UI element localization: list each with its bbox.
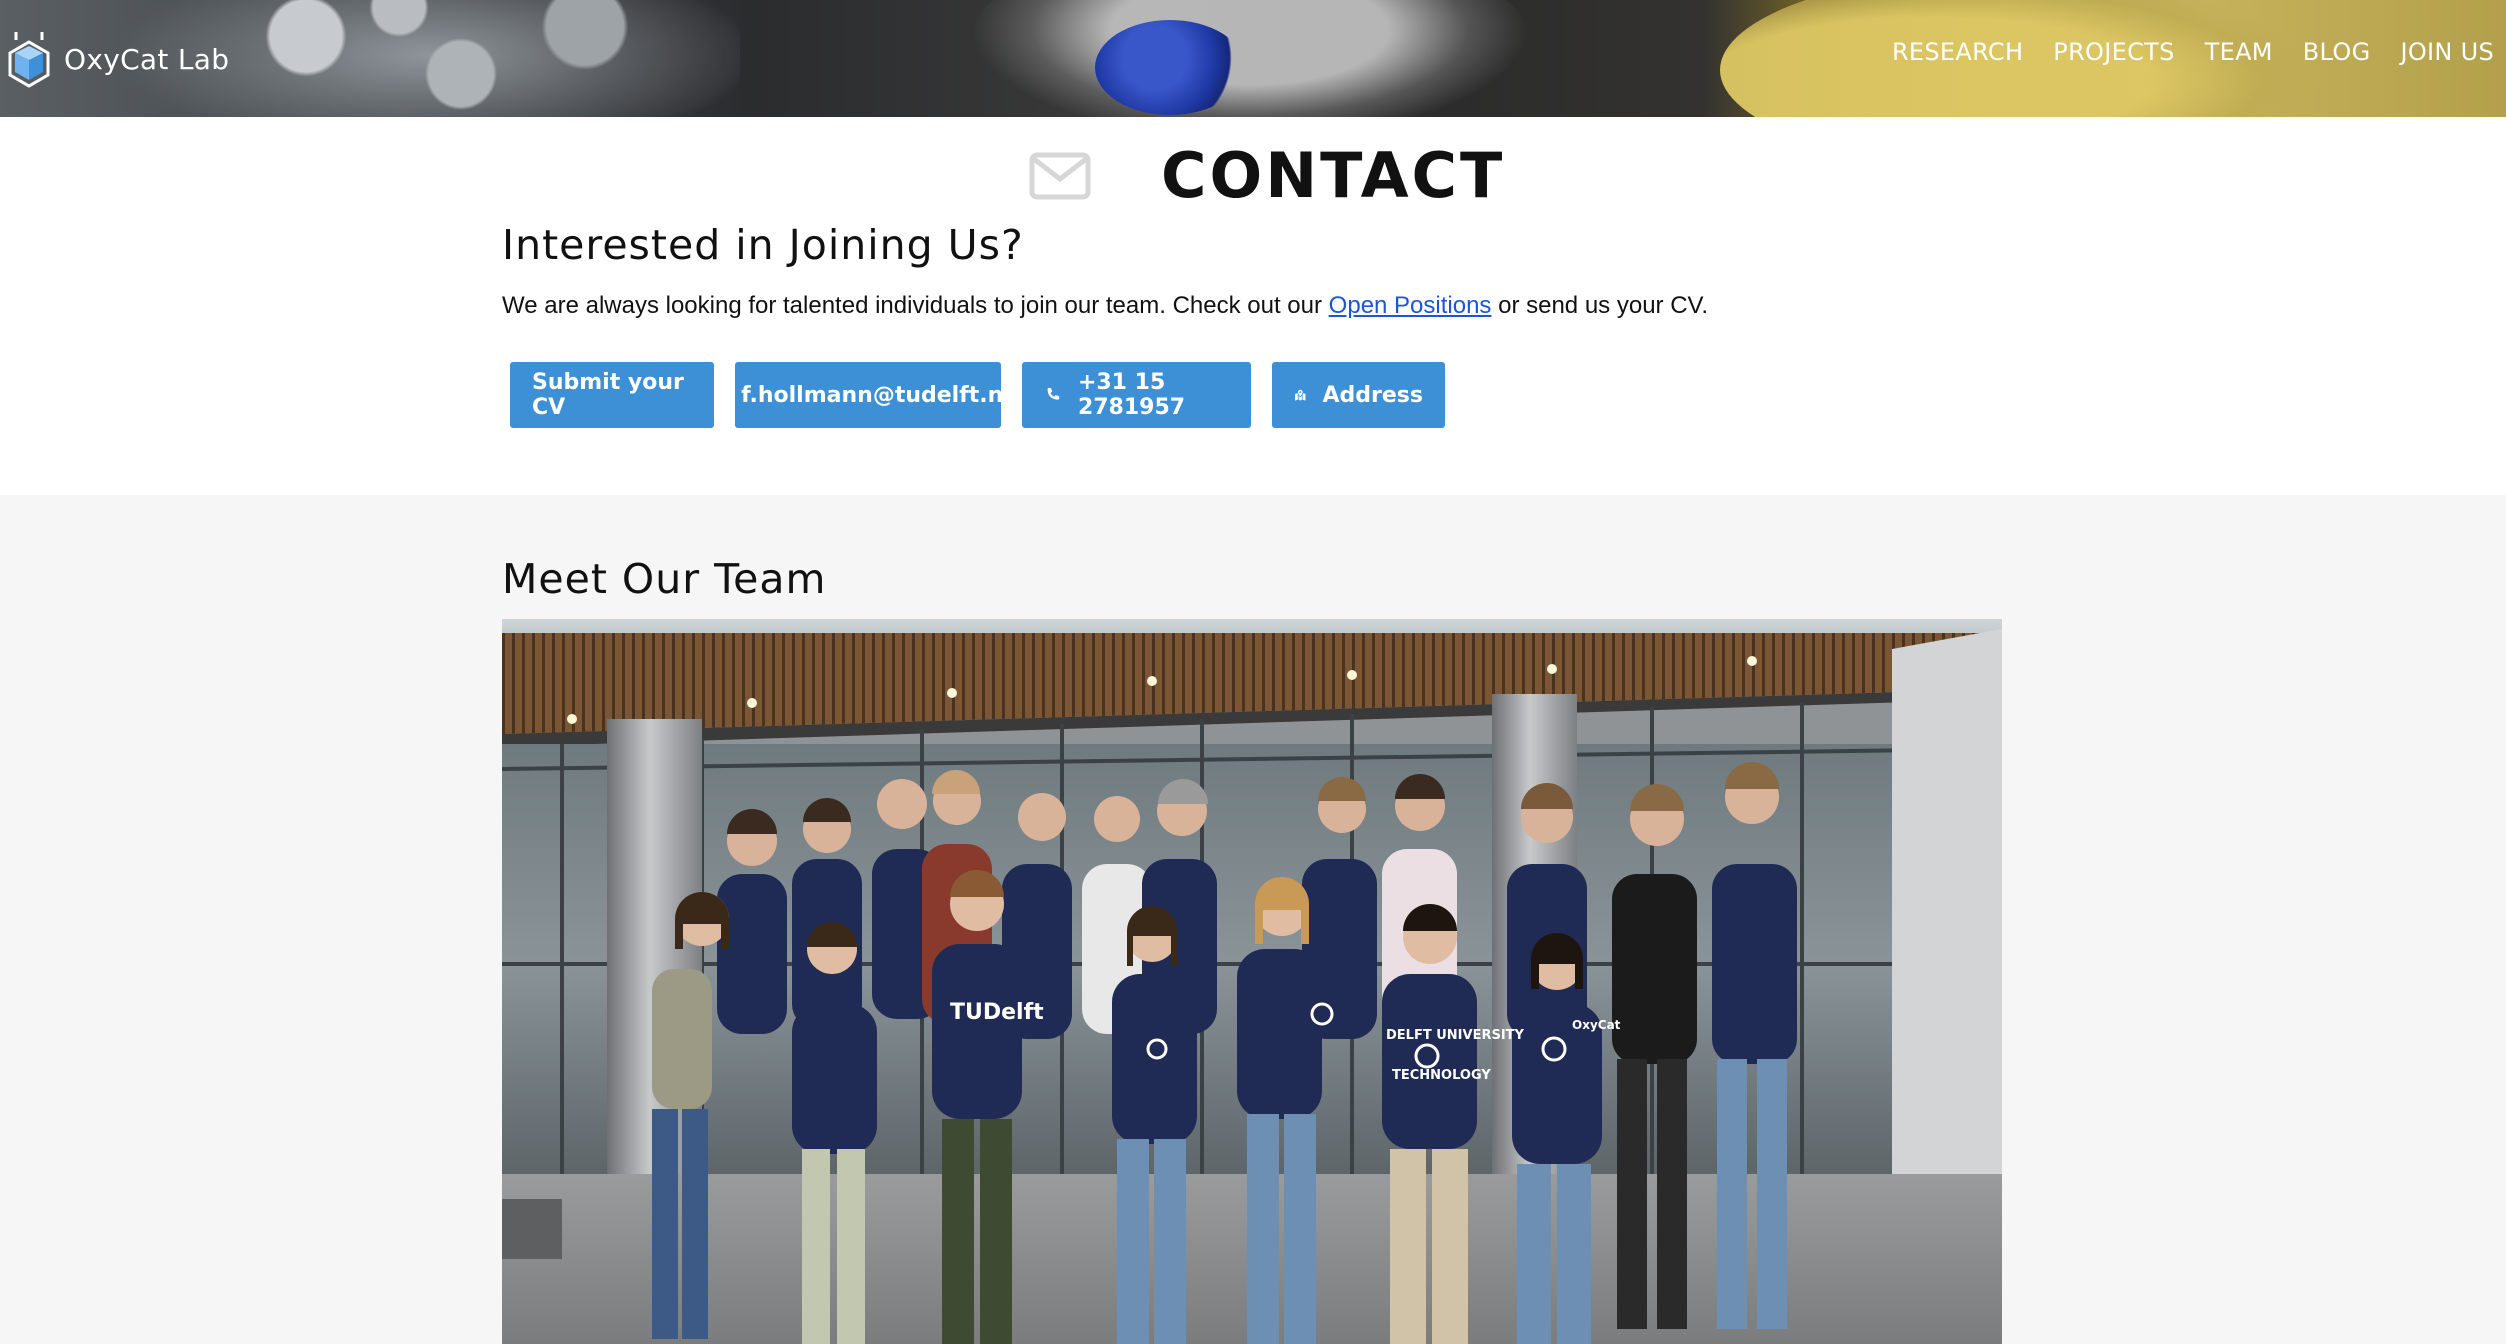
address-button[interactable]: Address <box>1272 362 1445 428</box>
phone-icon <box>1047 387 1060 400</box>
phone-button[interactable]: +31 15 2781957 <box>1022 362 1251 428</box>
photo-print-oxycat: OxyCat <box>1572 1018 1621 1032</box>
nav-team[interactable]: TEAM <box>2205 38 2273 66</box>
join-heading: Interested in Joining Us? <box>502 221 1024 269</box>
main-nav: RESEARCH PROJECTS TEAM BLOG JOIN US <box>1892 38 2494 66</box>
phone-label: +31 15 2781957 <box>1077 370 1186 420</box>
team-photo: TUDelft DELFT UNIVERSITY TECHNOLOGY OxyC… <box>502 619 2002 1344</box>
email-label: f.hollmann@tudelft.nl <box>741 382 1011 408</box>
team-heading: Meet Our Team <box>502 555 827 603</box>
flask-logo-icon <box>8 32 50 88</box>
map-icon <box>1295 389 1306 401</box>
join-text-before: We are always looking for talented indiv… <box>502 292 1329 319</box>
photo-print-university: DELFT UNIVERSITY <box>1386 1028 1525 1043</box>
email-button[interactable]: f.hollmann@tudelft.nl <box>735 362 1011 428</box>
submit-cv-button[interactable]: Submit your CV <box>510 362 714 428</box>
nav-research[interactable]: RESEARCH <box>1892 38 2023 66</box>
address-label: Address <box>1322 382 1423 408</box>
team-photo-illustration: TUDelft DELFT UNIVERSITY TECHNOLOGY OxyC… <box>502 619 2002 1344</box>
contact-section: CONTACT Interested in Joining Us? We are… <box>0 117 2506 495</box>
join-text-after: or send us your CV. <box>1491 292 1708 319</box>
nav-projects[interactable]: PROJECTS <box>2053 38 2174 66</box>
site-header: OxyCat Lab RESEARCH PROJECTS TEAM BLOG J… <box>0 0 2506 117</box>
brand-name: OxyCat Lab <box>64 42 230 76</box>
brand-link[interactable]: OxyCat Lab <box>6 30 229 88</box>
contact-header: CONTACT <box>1029 139 1505 212</box>
page-title: CONTACT <box>1161 139 1506 212</box>
nav-blog[interactable]: BLOG <box>2303 38 2371 66</box>
team-section: Meet Our Team TUDelft DELFT UNIVERSITY T… <box>0 495 2506 1344</box>
nav-join-us[interactable]: JOIN US <box>2400 38 2494 66</box>
photo-print-tudelft: TUDelft <box>950 1000 1044 1025</box>
envelope-icon <box>1029 152 1091 199</box>
submit-cv-label: Submit your CV <box>532 370 684 420</box>
header-protein-ribbon <box>970 0 1530 117</box>
photo-print-technology: TECHNOLOGY <box>1392 1068 1491 1083</box>
open-positions-link[interactable]: Open Positions <box>1329 292 1492 319</box>
contact-buttons: Submit your CV f.hollmann@tudelft.nl +31… <box>510 362 1445 428</box>
header-ligand-blue <box>1095 20 1245 115</box>
join-text: We are always looking for talented indiv… <box>502 292 1708 320</box>
